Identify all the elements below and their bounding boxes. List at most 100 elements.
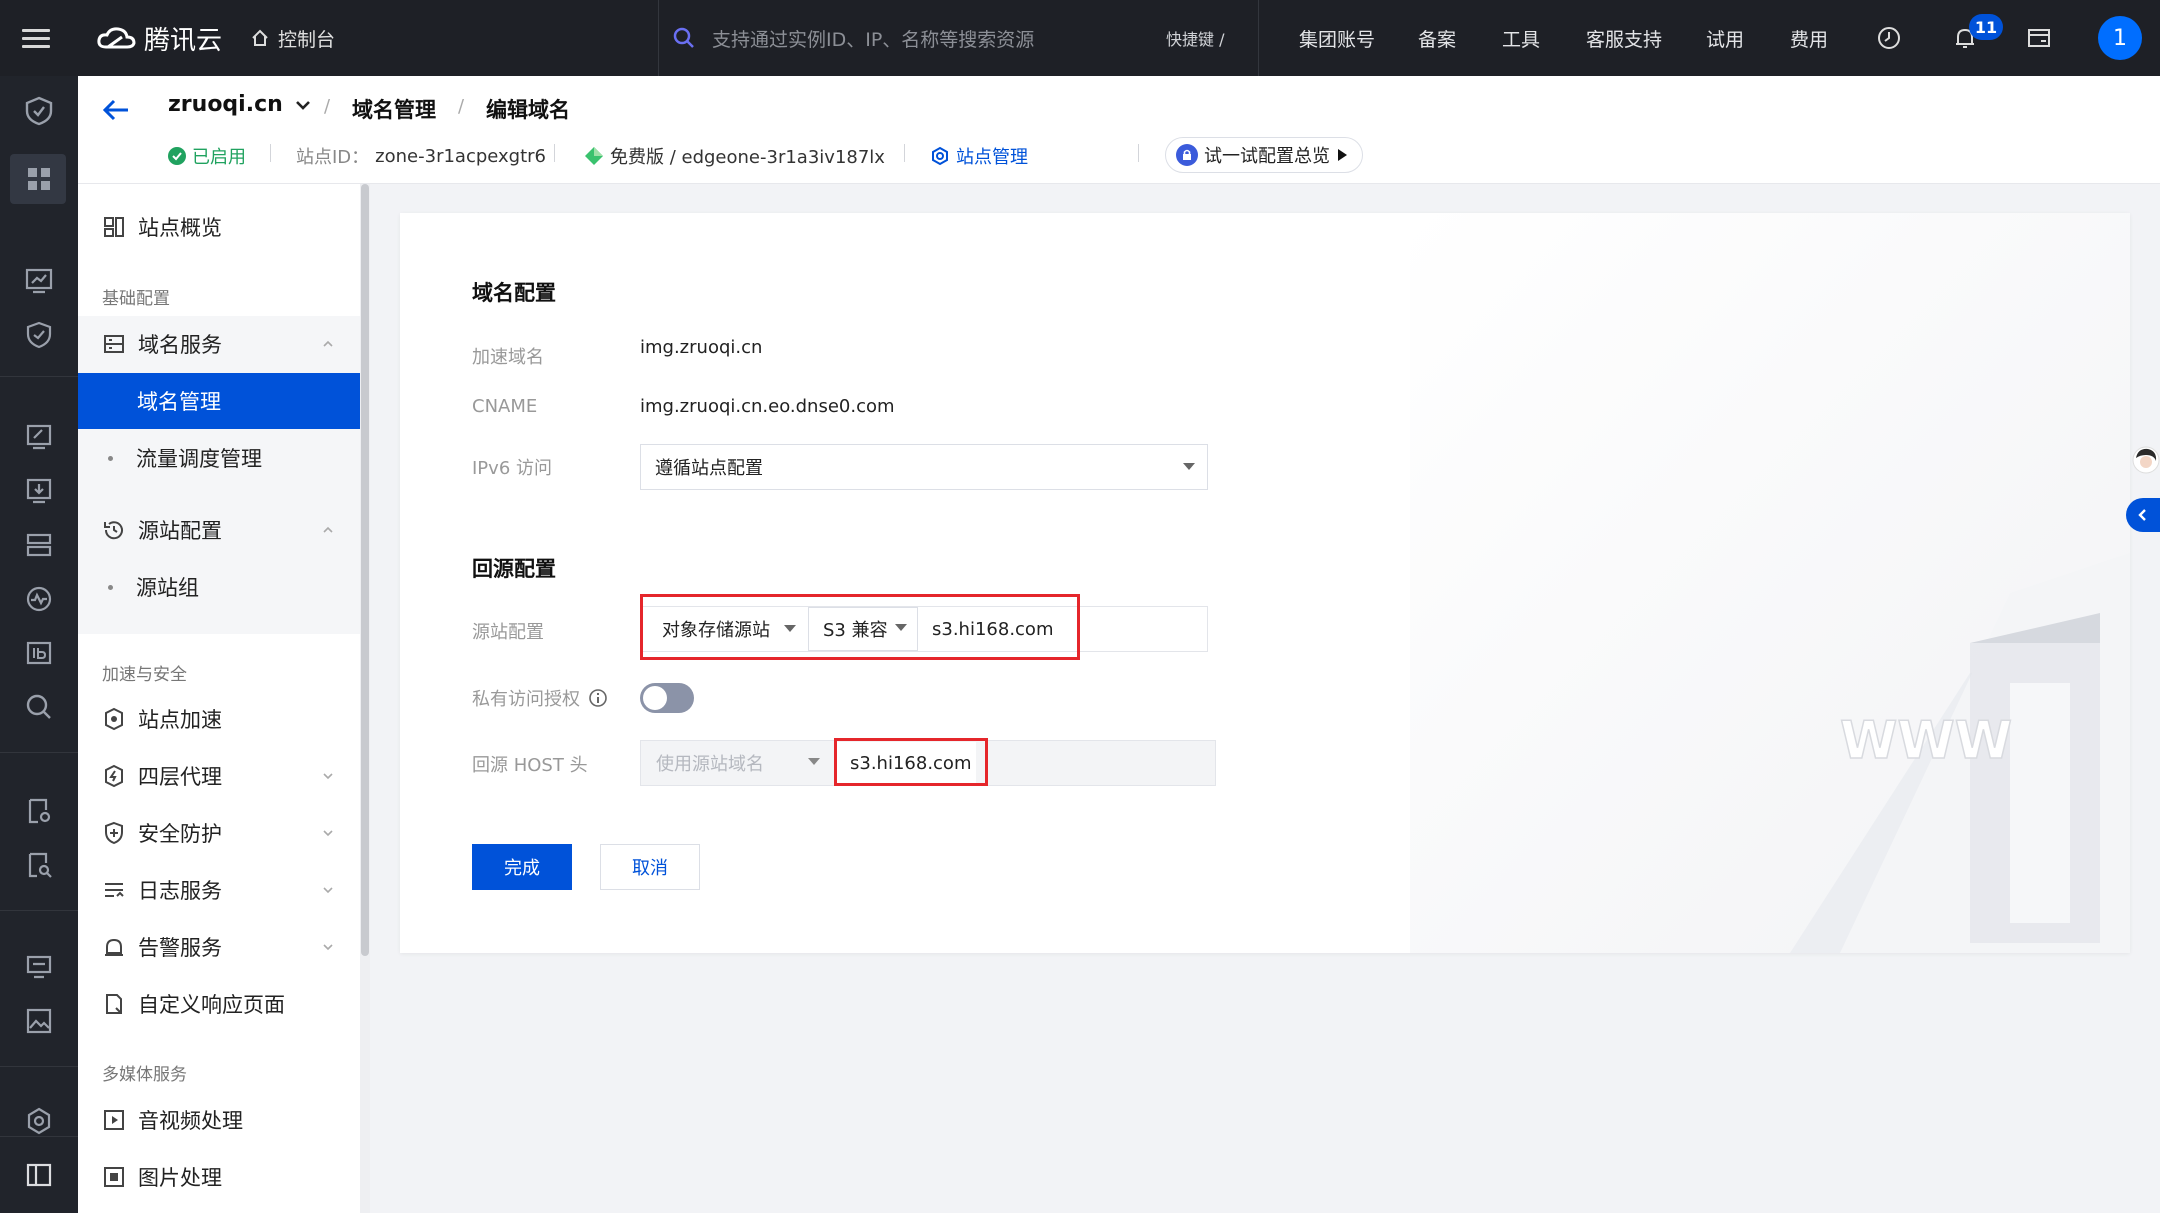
menu-label: 站点概览: [138, 216, 222, 240]
site-manage-link[interactable]: 站点管理: [930, 143, 1028, 169]
hex-settings-icon[interactable]: [24, 1106, 54, 1136]
try-config-button[interactable]: 试一试配置总览: [1165, 137, 1363, 173]
meta-divider: [554, 144, 555, 162]
info-icon[interactable]: [588, 688, 608, 708]
menu-label: 自定义响应页面: [138, 993, 285, 1017]
label-cname: CNAME: [472, 396, 538, 417]
nav-tools[interactable]: 工具: [1502, 0, 1540, 76]
zone-name: zruoqi.cn: [168, 92, 283, 117]
nav-billing[interactable]: 费用: [1790, 0, 1828, 76]
ipv6-select[interactable]: 遵循站点配置: [640, 444, 1208, 490]
site-id-label: 站点ID：: [296, 147, 370, 168]
menu-traffic-schedule[interactable]: 流量调度管理: [78, 430, 360, 486]
notification-badge: 11: [1969, 14, 2003, 40]
search-icon: [673, 27, 694, 48]
console-label: 控制台: [278, 28, 336, 51]
host-mode-select[interactable]: 使用源站域名: [642, 742, 820, 784]
menu-label: 域名管理: [137, 390, 221, 414]
site-id-value: zone-3r1acpexgtr6: [375, 145, 547, 167]
plan-info[interactable]: 免费版 / edgeone-3r1a3iv187lx: [584, 143, 885, 169]
picture-icon: [104, 1167, 124, 1187]
doc-settings-icon[interactable]: [24, 796, 54, 826]
breadcrumb-domain-manage[interactable]: 域名管理: [352, 94, 436, 124]
menu-domain-service[interactable]: 域名服务: [78, 316, 360, 372]
menu-group-media: 多媒体服务: [102, 1065, 187, 1085]
menu-site-accel[interactable]: 站点加速: [78, 691, 360, 747]
ip-icon[interactable]: [24, 638, 54, 668]
nav-group-account[interactable]: 集团账号: [1299, 0, 1375, 76]
shield-logo-icon[interactable]: [24, 96, 54, 126]
submit-button[interactable]: 完成: [472, 844, 572, 890]
host-mode-selected: 使用源站域名: [656, 754, 764, 775]
zone-selector[interactable]: zruoqi.cn: [168, 92, 311, 117]
meta-divider: [904, 144, 905, 162]
status-text: 已启用: [192, 147, 246, 168]
menu-origin-config[interactable]: 源站配置: [78, 502, 360, 558]
chevron-down-icon: [323, 944, 333, 951]
shield-check-icon[interactable]: [24, 320, 54, 350]
dashboard-icon[interactable]: [24, 164, 54, 194]
ipv6-selected: 遵循站点配置: [655, 458, 763, 479]
menu-custom-page[interactable]: 自定义响应页面: [78, 976, 360, 1032]
breadcrumb-separator: /: [324, 96, 331, 117]
menu-icon[interactable]: [22, 0, 52, 76]
menu-label: 日志服务: [138, 879, 222, 903]
chevron-up-icon: [323, 526, 333, 533]
chat-icon[interactable]: [24, 952, 54, 982]
menu-label: 图片处理: [138, 1166, 222, 1190]
brand-logo[interactable]: 腾讯云: [96, 0, 222, 76]
proxy-icon: [105, 764, 123, 788]
chevron-down-icon: [323, 773, 333, 780]
highlight-box-host: [834, 738, 988, 786]
menu-site-overview[interactable]: 站点概览: [78, 199, 360, 255]
download-screen-icon[interactable]: [24, 476, 54, 506]
menu-origin-group[interactable]: 源站组: [78, 559, 360, 615]
menu-log-service[interactable]: 日志服务: [78, 862, 360, 918]
site-id: 站点ID： zone-3r1acpexgtr6: [296, 143, 546, 169]
menu-group-basic: 基础配置: [102, 289, 170, 309]
menu-image-process[interactable]: 图片处理: [78, 1149, 360, 1205]
nav-icp[interactable]: 备案: [1418, 0, 1456, 76]
cancel-button[interactable]: 取消: [600, 844, 700, 890]
toggle-knob: [643, 686, 667, 710]
nav-trial[interactable]: 试用: [1706, 0, 1744, 76]
expand-panel-button[interactable]: [2126, 498, 2160, 532]
magnifier-icon[interactable]: [24, 692, 54, 722]
back-arrow-icon[interactable]: [100, 94, 132, 126]
menu-security[interactable]: 安全防护: [78, 805, 360, 861]
chevron-down-icon: [323, 887, 333, 894]
section-origin-config: 回源配置: [472, 557, 556, 581]
accel-icon: [105, 707, 123, 731]
clock-icon[interactable]: [1872, 0, 1906, 76]
bullet-dot: [108, 455, 113, 461]
monitor-icon[interactable]: [24, 266, 54, 296]
caret-down-icon: [808, 758, 820, 765]
side-menu-scrollbar[interactable]: [360, 184, 370, 1213]
nav-support[interactable]: 客服支持: [1586, 0, 1662, 76]
collapse-panel-icon[interactable]: [24, 1160, 54, 1190]
side-menu: 站点概览 基础配置 域名服务 域名管理 流量调度管理 源站配置 源站组 加速与安…: [78, 184, 360, 1213]
pulse-icon[interactable]: [24, 584, 54, 614]
menu-l4-proxy[interactable]: 四层代理: [78, 748, 360, 804]
private-auth-toggle[interactable]: [640, 683, 694, 713]
image-icon[interactable]: [24, 1006, 54, 1036]
menu-domain-manage[interactable]: 域名管理: [78, 373, 360, 429]
page-header: zruoqi.cn / 域名管理 / 编辑域名 已启用 站点ID： zone-3…: [78, 76, 2160, 184]
breadcrumb-separator: /: [458, 96, 465, 117]
chevron-down-icon: [295, 100, 310, 110]
doc-search-icon[interactable]: [24, 850, 54, 880]
scrollbar-thumb[interactable]: [361, 184, 369, 956]
menu-label: 域名服务: [138, 333, 222, 357]
bullet-dot: [108, 584, 113, 590]
console-link[interactable]: 控制台: [250, 0, 335, 76]
menu-av-process[interactable]: 音视频处理: [78, 1092, 360, 1148]
server-icon[interactable]: [24, 530, 54, 560]
rail-divider: [0, 1136, 78, 1137]
cart-icon[interactable]: [2022, 0, 2056, 76]
screen-edit-icon[interactable]: [24, 422, 54, 452]
menu-alarm[interactable]: 告警服务: [78, 919, 360, 975]
user-avatar[interactable]: 1: [2098, 16, 2142, 60]
global-search[interactable]: 支持通过实例ID、IP、名称等搜索资源: [672, 0, 1034, 76]
assistant-avatar-icon[interactable]: [2128, 444, 2160, 480]
divider: [658, 0, 659, 76]
